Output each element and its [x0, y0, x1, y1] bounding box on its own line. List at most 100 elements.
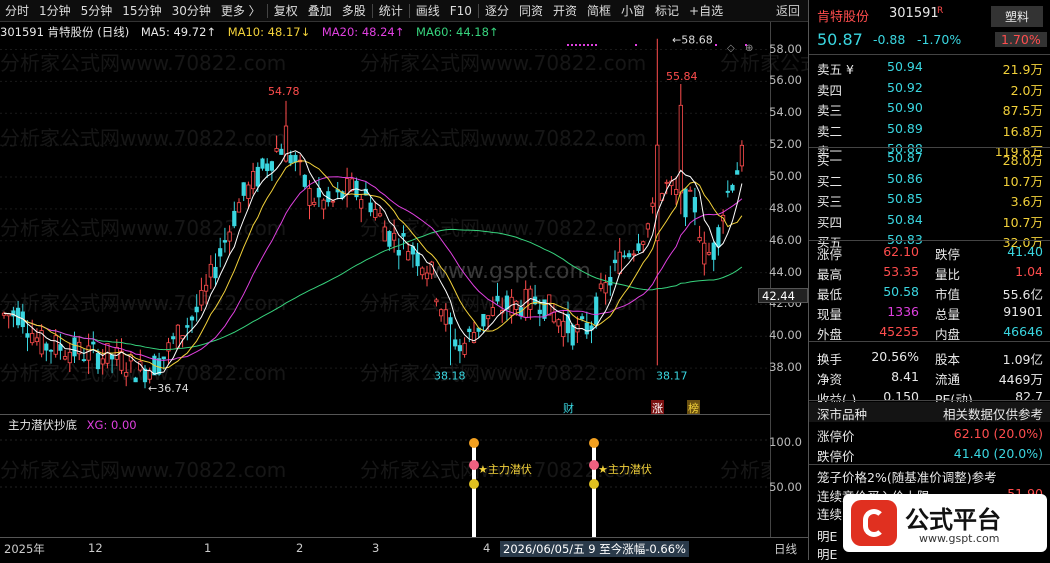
stat-label: 股本: [935, 352, 961, 367]
candle-body: [246, 184, 251, 199]
book-level: 买二: [817, 173, 843, 189]
kline-chart[interactable]: 分析家公式网www.70822.com 分析家公式网www.70822.com 分析…: [0, 34, 1006, 415]
book-volume: 10.7万: [1002, 214, 1043, 230]
candle-body: [44, 343, 49, 351]
signal-dot: [635, 44, 637, 46]
sub-title: 主力潜伏抄底: [8, 418, 77, 432]
book-price: 50.94: [887, 59, 923, 74]
candle-body: [208, 263, 213, 278]
stat-value: 50.58: [883, 284, 919, 299]
toolbar-item[interactable]: 返回: [768, 2, 808, 19]
candle-body: [570, 324, 575, 346]
toolbar-item[interactable]: 15分钟: [117, 2, 166, 19]
period-label[interactable]: 日线: [774, 541, 797, 557]
toolbar-item[interactable]: 更多 〉: [216, 2, 266, 19]
candles: [1, 38, 745, 389]
candle-body: [133, 377, 138, 383]
book-level: 买四: [817, 214, 843, 230]
candle-body: [227, 231, 232, 242]
toolbar-item[interactable]: 叠加: [303, 2, 337, 19]
limit-down-row: 跌停价 41.40 (20.0%): [809, 444, 1050, 464]
toolbar-item[interactable]: 小窗: [616, 2, 650, 19]
limit-down-value: 41.40 (20.0%): [953, 446, 1043, 461]
orderbook-row: 买三 50.85 3.6万: [809, 189, 1050, 209]
book-price: 50.86: [887, 170, 923, 186]
candle-body: [631, 253, 636, 256]
divider: [809, 54, 1050, 55]
candle-body: [203, 284, 209, 292]
toolbar-item[interactable]: 画线: [411, 2, 445, 19]
toolbar-item[interactable]: 5分钟: [76, 2, 118, 19]
candle-body: [260, 158, 265, 169]
candle-body: [199, 290, 204, 306]
finance-marker[interactable]: 财: [563, 401, 574, 415]
indicator-header: 301591 肯特股份 (日线) MA5: 49.72↑ MA10: 48.17…: [0, 24, 770, 40]
book-price: 50.84: [887, 211, 923, 227]
market-label: 深市品种: [817, 407, 868, 422]
price-pct: -1.70%: [917, 32, 962, 47]
toolbar-item[interactable]: 开资: [548, 2, 582, 19]
rank-marker[interactable]: 榜: [688, 401, 699, 415]
toolbar-item[interactable]: 复权: [269, 2, 303, 19]
signal-bar: [592, 442, 596, 537]
candle-body: [255, 166, 260, 187]
toolbar-item[interactable]: 统计: [374, 2, 408, 19]
candle-body: [443, 309, 448, 325]
market-row: 深市品种 相关数据仅供参考: [809, 402, 1050, 422]
expand-icon[interactable]: ⊕: [745, 43, 753, 54]
stat-label: 现量: [817, 307, 843, 322]
book-volume: 87.5万: [1002, 103, 1043, 118]
toolbar-item[interactable]: 同资: [514, 2, 548, 19]
stat-label: 量比: [935, 267, 961, 282]
candle-body: [481, 313, 486, 327]
candle-body: [424, 272, 430, 280]
stat-row: 最高 53.35 量比 1.04: [809, 262, 1050, 282]
stat-label: 跌停: [935, 247, 961, 262]
cage-row: 笼子价格2%(随基准价调整)参考: [809, 465, 1050, 485]
candle-body: [683, 188, 688, 218]
book-price: 50.85: [887, 191, 923, 206]
candle-body: [730, 184, 735, 191]
candle-body: [688, 189, 693, 192]
toolbar-item[interactable]: 逐分: [480, 2, 514, 19]
candle-body: [236, 202, 242, 213]
logo-icon: [851, 500, 897, 546]
toolbar-item[interactable]: +自选: [684, 2, 728, 19]
toolbar-item[interactable]: 30分钟: [167, 2, 216, 19]
candle-body: [30, 333, 35, 344]
stat-value: 41.40: [1007, 244, 1043, 259]
toolbar-item[interactable]: 多股: [337, 2, 371, 19]
toolbar-separator: [266, 3, 268, 18]
candle-body: [622, 255, 627, 258]
candle-body: [580, 316, 585, 320]
candle-body: [650, 202, 655, 207]
book-volume: 3.6万: [1010, 194, 1043, 209]
price-tick: 56.00: [769, 73, 802, 88]
book-level: 卖四: [817, 82, 843, 98]
date-label: 1: [204, 541, 212, 555]
candle-body: [674, 189, 679, 195]
candle-body: [218, 248, 223, 257]
sector-tag[interactable]: 塑料: [991, 6, 1044, 27]
candle-body: [641, 241, 646, 245]
candle-body: [269, 161, 275, 171]
diamond-icon[interactable]: ◇: [727, 43, 735, 54]
toolbar-item[interactable]: 分时: [0, 2, 34, 19]
candle-body: [124, 372, 129, 377]
stock-title: 301591 肯特股份 (日线): [0, 25, 130, 39]
candle-body: [86, 345, 91, 361]
toolbar-item[interactable]: 标记: [650, 2, 684, 19]
toolbar-item[interactable]: 1分钟: [34, 2, 76, 19]
book-volume: 21.9万: [1002, 62, 1043, 77]
toolbar-item[interactable]: F10: [445, 4, 477, 18]
sub-indicator-chart[interactable]: 分析家公式网www.70822.com 分析家公式网www.70822.com 分析…: [0, 432, 770, 537]
candle-body: [725, 190, 730, 193]
date-label: 3: [372, 541, 380, 555]
toolbar: 分时 1分钟 5分钟 15分钟 30分钟 更多 〉复权 叠加 多股 统计 画线 F10 逐分 同资 开资简…: [0, 0, 808, 22]
watermark: 分析家公式网www.70822.com: [0, 458, 286, 482]
candle-body: [147, 370, 152, 380]
toolbar-item[interactable]: 简框: [582, 2, 616, 19]
price-tick: 44.00: [769, 264, 802, 279]
candle-body: [185, 325, 190, 328]
candle-body: [485, 315, 491, 320]
